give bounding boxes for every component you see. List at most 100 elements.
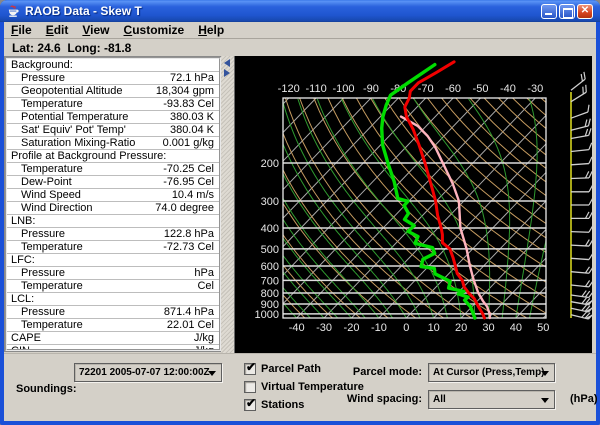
wind-spacing-dropdown[interactable]: All	[428, 390, 555, 409]
svg-text:10: 10	[428, 322, 440, 334]
table-row[interactable]: TemperatureCel	[7, 280, 219, 293]
row-label: Pressure	[7, 306, 65, 318]
chevron-down-icon	[541, 398, 549, 403]
row-label: Profile at Background Pressure:	[7, 150, 166, 162]
wind-barb	[569, 119, 591, 131]
svg-text:700: 700	[261, 275, 279, 287]
wind-barb	[569, 105, 591, 118]
app-window: RAOB Data - Skew T ✕ FileEditViewCustomi…	[0, 0, 600, 425]
java-coffee-icon	[6, 4, 21, 19]
table-row[interactable]: CIN J/kg	[7, 345, 219, 351]
checkbox-label: Virtual Temperature	[261, 381, 364, 393]
row-value: 22.01 Cel	[167, 319, 219, 331]
collapse-left-icon[interactable]	[224, 59, 230, 67]
table-row[interactable]: Temperature -93.83 Cel	[7, 98, 219, 111]
table-row[interactable]: Temperature-70.25 Cel	[7, 163, 219, 176]
wind-spacing-value: All	[433, 394, 446, 405]
table-row[interactable]: Pressure72.1 hPa	[7, 72, 219, 85]
table-row[interactable]: LFC:	[7, 254, 219, 267]
table-row[interactable]: Pressure122.8 hPa	[7, 228, 219, 241]
wind-barb	[570, 143, 592, 152]
table-row[interactable]: Potential Temperature380.03 K	[7, 111, 219, 124]
table-row[interactable]: Dew-Point -76.95 Cel	[7, 176, 219, 189]
table-row[interactable]: Saturation Mixing-Ratio0.001 g/kg	[7, 137, 219, 150]
checked-checkbox-icon[interactable]: ✔	[244, 399, 256, 411]
checkbox-stations[interactable]: ✔Stations	[244, 399, 304, 411]
skewt-chart-panel[interactable]: -120-110-100-90-80-70-60-50-40-302003004…	[234, 56, 592, 353]
menu-item-view[interactable]: View	[75, 23, 116, 37]
row-value: -76.95 Cel	[163, 176, 219, 188]
window-title: RAOB Data - Skew T	[25, 4, 142, 18]
wind-barb	[571, 157, 593, 165]
row-label: LFC:	[7, 254, 35, 266]
collapse-right-icon[interactable]	[224, 69, 230, 77]
table-row[interactable]: LNB:	[7, 215, 219, 228]
svg-text:-70: -70	[418, 83, 434, 95]
svg-text:50: 50	[537, 322, 549, 334]
soundings-dropdown[interactable]: 72201 2005-07-07 12:00:00Z	[74, 363, 222, 382]
table-row[interactable]: Temperature22.01 Cel	[7, 319, 219, 332]
checkbox-virtual-temperature[interactable]: Virtual Temperature	[244, 381, 364, 393]
wind-spacing-label: Wind spacing:	[344, 393, 422, 405]
table-row[interactable]: Background:	[7, 59, 219, 72]
svg-text:-20: -20	[344, 322, 360, 334]
svg-text:500: 500	[261, 244, 279, 256]
row-label: Pressure	[7, 228, 65, 240]
row-label: Saturation Mixing-Ratio	[7, 137, 135, 149]
table-row[interactable]: LCL:	[7, 293, 219, 306]
row-label: LNB:	[7, 215, 35, 227]
row-label: Geopotential Altitude	[7, 85, 123, 97]
table-row[interactable]: Geopotential Altitude18,304 gpm	[7, 85, 219, 98]
table-row[interactable]: PressurehPa	[7, 267, 219, 280]
menu-item-customize[interactable]: Customize	[117, 23, 192, 37]
menu-bar: FileEditViewCustomizeHelp	[4, 22, 596, 39]
table-row[interactable]: Temperature-72.73 Cel	[7, 241, 219, 254]
parcel-mode-value: At Cursor (Press,Temp)	[433, 367, 545, 378]
row-label: Potential Temperature	[7, 111, 128, 123]
svg-text:-60: -60	[445, 83, 461, 95]
svg-text:-30: -30	[316, 322, 332, 334]
row-label: LCL:	[7, 293, 34, 305]
row-label: Dew-Point	[7, 176, 72, 188]
menu-item-edit[interactable]: Edit	[39, 23, 76, 37]
row-label: Wind Speed	[7, 189, 81, 201]
row-value: -72.73 Cel	[163, 241, 219, 253]
svg-text:1000: 1000	[255, 309, 279, 321]
svg-text:-30: -30	[527, 83, 543, 95]
row-value: -93.83 Cel	[163, 98, 219, 110]
table-row[interactable]: Sat' Equiv' Pot' Temp'380.04 K	[7, 124, 219, 137]
row-label: Temperature	[7, 98, 83, 110]
row-label: CIN	[7, 345, 30, 351]
menu-item-help[interactable]: Help	[191, 23, 231, 37]
table-row[interactable]: Wind Speed10.4 m/s	[7, 189, 219, 202]
svg-text:-110: -110	[305, 83, 326, 95]
table-row[interactable]: CAPEJ/kg	[7, 332, 219, 345]
close-button[interactable]: ✕	[577, 4, 593, 19]
wind-barb	[571, 171, 593, 178]
svg-text:600: 600	[261, 261, 279, 273]
row-label: CAPE	[7, 332, 41, 344]
minimize-button[interactable]	[541, 4, 557, 19]
table-row[interactable]: Wind Direction74.0 degree	[7, 202, 219, 215]
bottom-control-panel: Soundings: 72201 2005-07-07 12:00:00Z ✔P…	[4, 353, 596, 421]
row-label: Background:	[7, 59, 73, 71]
row-value: 74.0 degree	[155, 202, 219, 214]
wind-barb	[571, 239, 593, 247]
svg-text:400: 400	[261, 223, 279, 235]
skewt-chart[interactable]: -120-110-100-90-80-70-60-50-40-302003004…	[235, 56, 593, 353]
menu-item-file[interactable]: File	[4, 23, 39, 37]
wind-barb	[571, 252, 593, 260]
maximize-button[interactable]	[559, 4, 575, 19]
checkbox-parcel-path[interactable]: ✔Parcel Path	[244, 363, 321, 375]
wind-barb	[571, 199, 593, 206]
checked-checkbox-icon[interactable]: ✔	[244, 363, 256, 375]
sounding-data-table[interactable]: Background:Pressure72.1 hPaGeopotential …	[5, 57, 221, 351]
split-pane-divider[interactable]	[221, 56, 234, 353]
table-row[interactable]: Pressure871.4 hPa	[7, 306, 219, 319]
lat-long-text: Lat: 24.6 Long: -81.8	[12, 41, 131, 55]
table-row[interactable]: Profile at Background Pressure:	[7, 150, 219, 163]
title-bar[interactable]: RAOB Data - Skew T ✕	[0, 0, 600, 22]
unchecked-checkbox-icon[interactable]	[244, 381, 256, 393]
parcel-mode-dropdown[interactable]: At Cursor (Press,Temp)	[428, 363, 555, 382]
row-value: J/kg	[194, 345, 219, 351]
